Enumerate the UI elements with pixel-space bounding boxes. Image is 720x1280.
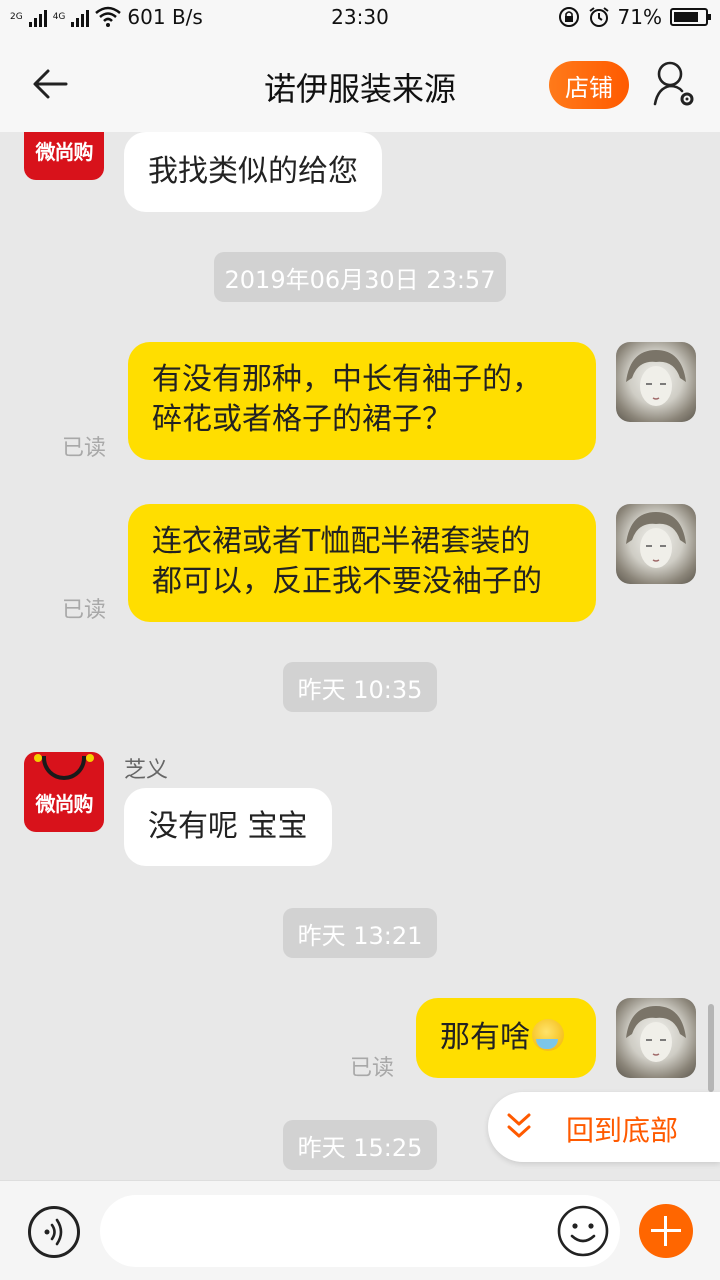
user-settings-icon[interactable] [650,58,698,110]
avatar-portrait-icon [626,512,686,568]
read-status: 已读 [62,436,107,461]
back-arrow-icon[interactable] [26,62,74,106]
timestamp: 2019年06月30日 23:57 [214,252,506,302]
timestamp: 昨天 10:35 [283,662,437,712]
alarm-icon [588,7,609,27]
more-options-button[interactable] [639,1204,693,1258]
crying-laughing-emoji-icon [532,1019,564,1051]
read-status: 已读 [62,598,107,623]
message-text-line: 都可以，反正我不要没袖子的 [152,564,542,599]
avatar-portrait-icon [626,350,686,406]
shop-logo-text: 微尚购 [35,792,94,816]
timestamp: 昨天 15:25 [283,1120,437,1170]
message-bubble[interactable]: 连衣裙或者T恤配半裙套装的 都可以，反正我不要没袖子的 [128,504,596,622]
emoji-icon[interactable] [556,1204,610,1258]
shop-button[interactable]: 店铺 [549,61,629,109]
message-text-line: 碎花或者格子的裙子？ [152,402,452,437]
read-status: 已读 [350,1056,395,1081]
battery-icon [670,8,711,26]
battery-percent: 71% [617,5,662,29]
double-chevron-down-icon [507,1113,531,1138]
chat-header: 诺伊服装来源 店铺 [0,36,720,132]
avatar-portrait-icon [626,1006,686,1062]
message-text-line: 有没有那种，中长有袖子的， [152,362,542,397]
input-bar [0,1180,720,1280]
voice-button[interactable] [28,1206,80,1258]
back-to-bottom-button[interactable]: 回到底部 [488,1092,720,1162]
message-input[interactable] [100,1195,620,1267]
message-bubble[interactable]: 有没有那种，中长有袖子的， 碎花或者格子的裙子？ [128,342,596,460]
shop-logo-text: 微尚购 [35,140,94,164]
message-bubble[interactable]: 那有啥 [416,998,596,1078]
user-avatar[interactable] [616,998,696,1078]
logo-dot [34,754,42,762]
chat-area[interactable]: 微尚购 我找类似的给您 2019年06月30日 23:57 已读 有没有那种，中… [0,132,720,1180]
rotation-lock-icon [558,7,579,27]
message-text: 没有呢 宝宝 [148,809,308,844]
bag-handle-icon [42,756,86,780]
message-text-line: 连衣裙或者T恤配半裙套装的 [152,524,531,559]
shop-avatar[interactable]: 微尚购 [24,132,104,180]
sender-name: 芝义 [124,758,169,783]
voice-wave-icon [44,1218,63,1246]
scrollbar-thumb[interactable] [708,1004,714,1092]
user-avatar[interactable] [616,504,696,584]
message-bubble[interactable]: 我找类似的给您 [124,132,382,212]
message-bubble[interactable]: 没有呢 宝宝 [124,788,332,866]
timestamp: 昨天 13:21 [283,908,437,958]
message-text: 那有啥 [440,1020,530,1055]
logo-dot [86,754,94,762]
message-text: 我找类似的给您 [148,154,358,189]
back-to-bottom-label: 回到底部 [566,1114,679,1147]
shop-avatar[interactable]: 微尚购 [24,752,104,832]
user-avatar[interactable] [616,342,696,422]
status-bar: 2G 4G 601 B/s 23:30 71% [0,0,720,36]
status-right: 71% [558,5,711,29]
